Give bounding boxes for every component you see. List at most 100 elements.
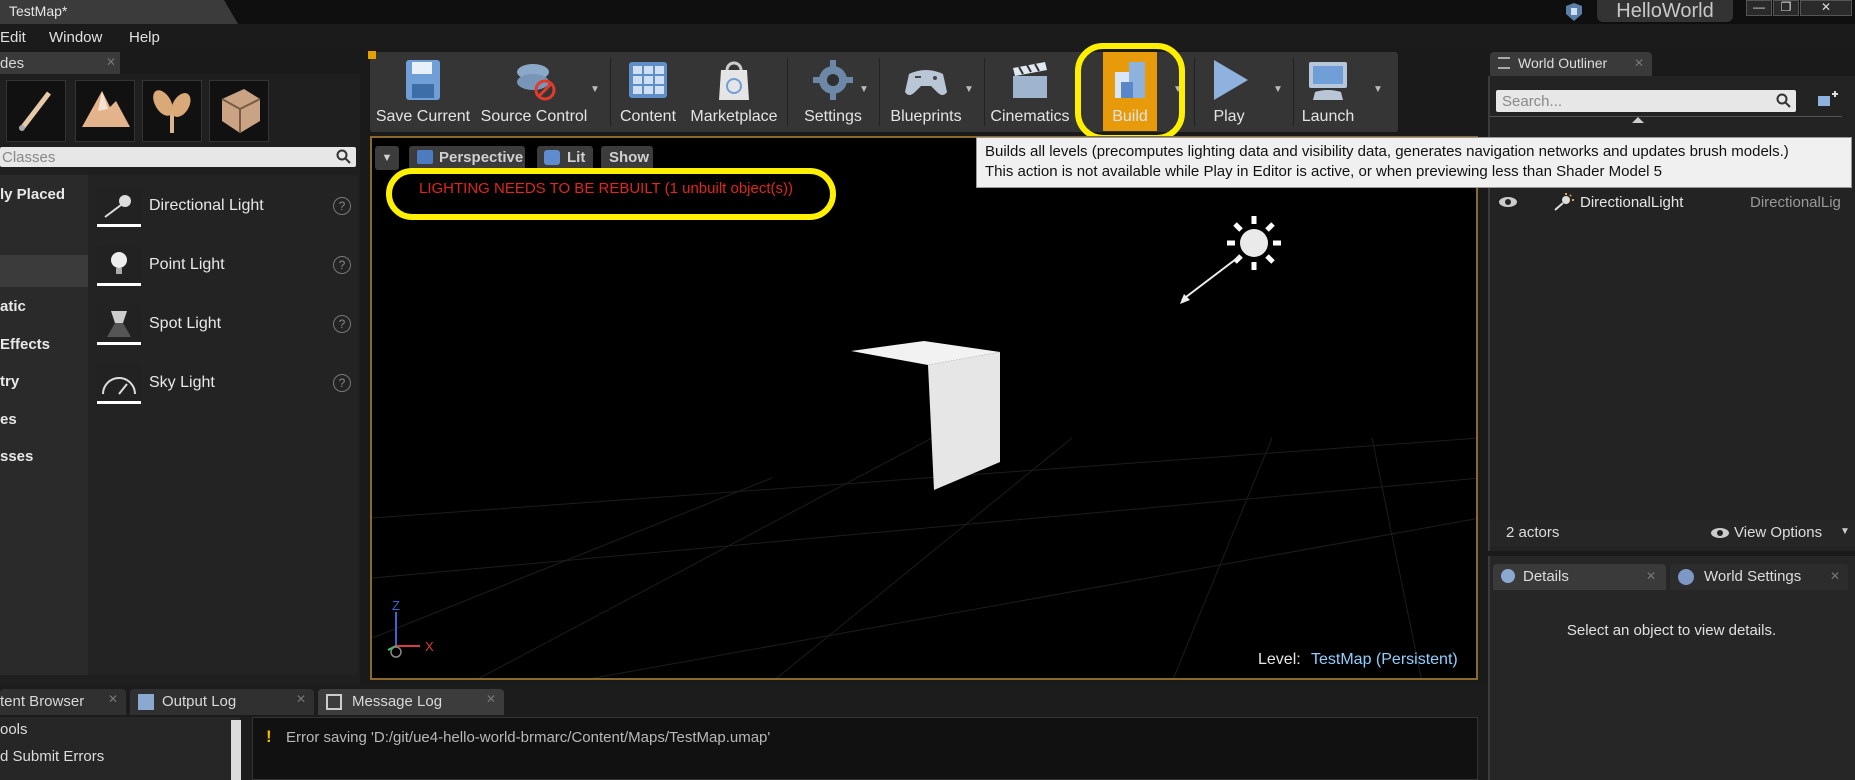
help-icon[interactable]: ? bbox=[333, 197, 351, 215]
lit-sphere-icon bbox=[544, 150, 560, 165]
category-geometry[interactable]: try bbox=[0, 373, 19, 390]
clapperboard-icon bbox=[1013, 62, 1047, 98]
lighting-rebuild-warning: LIGHTING NEEDS TO BE REBUILT (1 unbuilt … bbox=[419, 180, 794, 197]
classes-search-input[interactable]: Classes bbox=[0, 147, 356, 167]
modes-tab[interactable]: des ✕ bbox=[0, 52, 120, 74]
info-icon bbox=[1501, 569, 1515, 583]
geometry-mode-button[interactable] bbox=[209, 80, 269, 142]
category-visual-effects[interactable]: Effects bbox=[0, 336, 50, 353]
eye-icon bbox=[1711, 528, 1729, 538]
save-icon bbox=[406, 60, 440, 100]
directional-light-icon bbox=[97, 187, 141, 227]
help-icon[interactable]: ? bbox=[333, 374, 351, 392]
help-icon[interactable]: ? bbox=[333, 256, 351, 274]
content-browser-tab[interactable]: tent Browser ✕ bbox=[0, 689, 126, 715]
content-button[interactable]: Content bbox=[617, 52, 679, 132]
perspective-button[interactable]: Perspective bbox=[409, 146, 525, 170]
close-icon[interactable]: ✕ bbox=[296, 692, 306, 706]
category-selected[interactable] bbox=[0, 255, 88, 287]
list-item-directional-light[interactable]: Directional Light ? bbox=[97, 184, 352, 230]
brush-icon bbox=[19, 91, 51, 131]
toolbar-separator bbox=[787, 58, 788, 126]
outliner-search-input[interactable]: Search... bbox=[1496, 90, 1796, 112]
svg-text:X: X bbox=[425, 639, 434, 654]
document-title: TestMap* bbox=[9, 3, 68, 19]
view-options-button[interactable]: View Options ▼ bbox=[1710, 522, 1850, 544]
close-icon[interactable]: ✕ bbox=[486, 692, 496, 706]
outliner-list-icon bbox=[1498, 57, 1510, 69]
blueprints-dropdown[interactable]: ▼ bbox=[964, 84, 974, 95]
close-icon[interactable]: ✕ bbox=[1830, 569, 1840, 583]
sort-ascending-icon[interactable] bbox=[1632, 117, 1644, 123]
details-tab[interactable]: Details ✕ bbox=[1493, 564, 1666, 590]
warning-icon: ! bbox=[266, 727, 272, 746]
content-icon bbox=[629, 62, 667, 98]
add-filter-button[interactable] bbox=[1812, 90, 1842, 112]
category-item-tools[interactable]: ools bbox=[0, 721, 28, 738]
list-item-spot-light[interactable]: Spot Light ? bbox=[97, 302, 352, 348]
world-settings-tab[interactable]: World Settings ✕ bbox=[1670, 564, 1848, 590]
launch-button[interactable]: Launch bbox=[1298, 52, 1358, 132]
category-volumes[interactable]: es bbox=[0, 411, 17, 428]
message-log-tab[interactable]: Message Log ✕ bbox=[318, 689, 504, 715]
minimize-button[interactable]: — bbox=[1746, 0, 1772, 16]
close-icon[interactable]: ✕ bbox=[108, 692, 118, 706]
cinematics-button[interactable]: Cinematics bbox=[986, 52, 1074, 132]
restore-button[interactable]: ❐ bbox=[1773, 0, 1799, 16]
level-name: TestMap (Persistent) bbox=[1311, 651, 1458, 668]
play-button[interactable]: Play bbox=[1196, 52, 1262, 132]
marketplace-button[interactable]: Marketplace bbox=[686, 52, 782, 132]
geometry-icon bbox=[221, 89, 261, 133]
menu-help[interactable]: Help bbox=[129, 29, 160, 46]
play-dropdown[interactable]: ▼ bbox=[1273, 84, 1283, 95]
perspective-icon bbox=[417, 150, 433, 164]
settings-dropdown[interactable]: ▼ bbox=[859, 84, 869, 95]
world-outliner-tab[interactable]: World Outliner ✕ bbox=[1490, 52, 1652, 76]
category-all-classes[interactable]: sses bbox=[0, 448, 33, 465]
viewport-options-button[interactable]: ▼ bbox=[375, 146, 399, 170]
eye-icon[interactable] bbox=[1498, 194, 1518, 210]
paint-mode-button[interactable] bbox=[6, 80, 66, 142]
spot-light-icon bbox=[97, 305, 141, 345]
show-button[interactable]: Show bbox=[601, 146, 653, 170]
close-icon[interactable]: ✕ bbox=[1646, 569, 1656, 583]
close-icon[interactable]: ✕ bbox=[1634, 56, 1644, 70]
details-empty-message: Select an object to view details. bbox=[1566, 622, 1777, 639]
cube-mesh[interactable] bbox=[851, 341, 1000, 490]
category-scrollbar[interactable] bbox=[231, 720, 241, 780]
directional-light-gizmo[interactable] bbox=[1180, 216, 1281, 304]
help-icon[interactable]: ? bbox=[333, 315, 351, 333]
actor-type: DirectionalLig bbox=[1750, 194, 1841, 211]
source-control-dropdown[interactable]: ▼ bbox=[590, 84, 600, 95]
outliner-header[interactable] bbox=[1490, 116, 1842, 128]
list-item-point-light[interactable]: Point Light ? bbox=[97, 243, 352, 289]
source-control-button[interactable]: Source Control bbox=[478, 52, 590, 132]
toolbar-separator bbox=[1293, 58, 1294, 126]
outliner-row[interactable]: DirectionalLight DirectionalLig bbox=[1490, 190, 1855, 216]
landscape-mode-button[interactable] bbox=[75, 80, 135, 142]
lit-button[interactable]: Lit bbox=[537, 146, 593, 170]
log-message[interactable]: Error saving 'D:/git/ue4-hello-world-brm… bbox=[286, 729, 770, 746]
category-cinematic[interactable]: atic bbox=[0, 298, 26, 315]
output-log-icon bbox=[138, 694, 154, 710]
foliage-icon bbox=[153, 90, 191, 133]
build-highlight-ring bbox=[1075, 43, 1185, 141]
gamepad-icon bbox=[905, 70, 947, 95]
output-log-tab[interactable]: Output Log ✕ bbox=[130, 689, 314, 715]
landscape-icon bbox=[82, 91, 130, 127]
category-recently-placed[interactable]: ly Placed bbox=[0, 186, 65, 203]
category-item-submit-errors[interactable]: d Submit Errors bbox=[0, 748, 104, 765]
list-item-sky-light[interactable]: Sky Light ? bbox=[97, 361, 352, 407]
level-label: Level: bbox=[1258, 651, 1301, 668]
save-current-button[interactable]: Save Current bbox=[375, 52, 471, 132]
menu-edit[interactable]: Edit bbox=[0, 29, 26, 46]
foliage-mode-button[interactable] bbox=[142, 80, 202, 142]
blueprints-button[interactable]: Blueprints bbox=[884, 52, 968, 132]
build-tooltip: Builds all levels (precomputes lighting … bbox=[976, 137, 1852, 188]
close-button[interactable]: ✕ bbox=[1800, 0, 1852, 16]
outliner-add-icon bbox=[1818, 91, 1838, 106]
document-tab[interactable]: TestMap* bbox=[0, 0, 238, 24]
unreal-logo-icon bbox=[1566, 3, 1582, 21]
launch-dropdown[interactable]: ▼ bbox=[1373, 84, 1383, 95]
menu-window[interactable]: Window bbox=[49, 29, 102, 46]
